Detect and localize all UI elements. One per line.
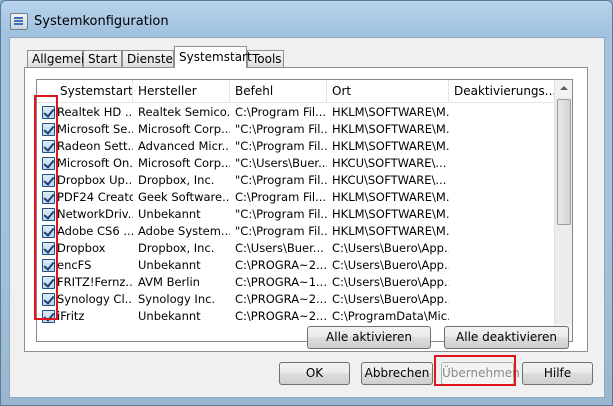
item-vendor: Unbekannt [138, 207, 201, 221]
item-location: C:\Users\Buero\App... [332, 241, 449, 255]
item-name: encFS [57, 258, 92, 272]
item-location: HKLM\SOFTWARE\M... [332, 207, 449, 221]
item-location: C:\Users\Buero\App... [332, 275, 449, 289]
item-name: Dropbox Up... [57, 173, 133, 187]
item-location: HKCU\SOFTWARE\... [332, 173, 447, 187]
table-row[interactable]: encFS Unbekannt C:\PROGRA~2... C:\Users\… [37, 257, 557, 274]
item-vendor: Unbekannt [138, 258, 201, 272]
window-title: Systemkonfiguration [34, 14, 169, 29]
table-row[interactable]: Synology Cl... Synology Inc. C:\PROGRA~2… [37, 291, 557, 308]
item-vendor: Realtek Semico... [138, 105, 230, 119]
item-command: "C:\Program Fil... [235, 173, 327, 187]
column-header-item[interactable]: Systemstartele... [37, 80, 133, 102]
tab-systemstart[interactable]: Systemstart [174, 46, 252, 68]
ok-button[interactable]: OK [279, 362, 350, 385]
item-location: C:\ProgramData\Mic... [332, 309, 449, 323]
table-row[interactable]: Radeon Sett... Advanced Micr... "C:\Prog… [37, 138, 557, 155]
list-header: Systemstartele... Hersteller Befehl Ort … [37, 80, 557, 103]
table-row[interactable]: Microsoft Se... Microsoft Corp... "C:\Pr… [37, 121, 557, 138]
item-command: C:\Program Fil... [235, 105, 327, 119]
table-row[interactable]: iFritz Unbekannt C:\PROGRA~2... C:\Progr… [37, 308, 557, 325]
item-vendor: Geek Software... [138, 190, 230, 204]
item-name: Adobe CS6 ... [57, 224, 133, 238]
tab-tools[interactable]: Tools [247, 50, 284, 67]
scroll-up-icon[interactable] [555, 80, 572, 97]
column-header-disabled-date[interactable]: Deaktivierungs... [449, 80, 557, 102]
item-command: C:\PROGRA~1... [235, 275, 327, 289]
enable-all-button[interactable]: Alle aktivieren [307, 326, 431, 349]
table-row[interactable]: Realtek HD ... Realtek Semico... C:\Prog… [37, 104, 557, 121]
item-name: Microsoft On... [57, 156, 133, 170]
column-header-location[interactable]: Ort [327, 80, 449, 102]
item-command: C:\PROGRA~2... [235, 258, 327, 272]
item-name: PDF24 Creator [57, 190, 133, 204]
tab-allgemein[interactable]: Allgemein [27, 50, 92, 67]
dialog-body: Allgemein Start Dienste Systemstart Tool… [9, 37, 605, 398]
table-row[interactable]: PDF24 Creator Geek Software... C:\Progra… [37, 189, 557, 206]
table-row[interactable]: Microsoft On... Microsoft Corp... "C:\Us… [37, 155, 557, 172]
item-vendor: Microsoft Corp... [138, 156, 230, 170]
item-command: "C:\Program Fil... [235, 139, 327, 153]
item-vendor: Synology Inc. [138, 292, 216, 306]
system-config-window: Systemkonfiguration Allgemein Start Dien… [0, 0, 613, 406]
tab-panel-systemstart: Systemstartele... Hersteller Befehl Ort … [24, 67, 588, 352]
item-command: C:\Program Fil... [235, 190, 327, 204]
column-header-vendor[interactable]: Hersteller [133, 80, 230, 102]
help-button[interactable]: Hilfe [522, 362, 593, 385]
column-header-command[interactable]: Befehl [230, 80, 327, 102]
item-command: "C:\Program Fil... [235, 122, 327, 136]
item-name: Radeon Sett... [57, 139, 133, 153]
item-command: C:\PROGRA~2... [235, 292, 327, 306]
item-command: "C:\Program Fil... [235, 224, 327, 238]
item-name: Microsoft Se... [57, 122, 133, 136]
item-location: HKCU\SOFTWARE\... [332, 156, 447, 170]
item-vendor: Dropbox, Inc. [138, 241, 215, 255]
item-name: Realtek HD ... [57, 105, 133, 119]
tab-dienste[interactable]: Dienste [122, 50, 174, 67]
item-vendor: Adobe System... [138, 224, 230, 238]
item-location: HKLM\SOFTWARE\M... [332, 139, 449, 153]
system-config-icon [10, 13, 28, 30]
table-row[interactable]: Dropbox Dropbox, Inc. C:\Users\Buer... C… [37, 240, 557, 257]
item-name: FRITZ!Fernz... [57, 275, 133, 289]
item-location: HKLM\SOFTWARE\M... [332, 105, 449, 119]
vertical-scrollbar[interactable] [554, 80, 572, 341]
item-name: iFritz [57, 309, 85, 323]
item-location: HKLM\SOFTWARE\M... [332, 122, 449, 136]
item-location: HKLM\SOFTWARE\M... [332, 224, 449, 238]
table-row[interactable]: FRITZ!Fernz... AVM Berlin C:\PROGRA~1...… [37, 274, 557, 291]
item-location: C:\Users\Buero\App... [332, 292, 449, 306]
item-vendor: AVM Berlin [138, 275, 200, 289]
item-command: C:\Users\Buer... [235, 241, 324, 255]
title-bar[interactable]: Systemkonfiguration [1, 1, 612, 37]
disable-all-button[interactable]: Alle deaktivieren [444, 326, 569, 349]
item-command: "C:\Program Fil... [235, 207, 327, 221]
item-location: C:\Users\Buero\App... [332, 258, 449, 272]
item-name: Synology Cl... [57, 292, 133, 306]
table-row[interactable]: NetworkDriv... Unbekannt "C:\Program Fil… [37, 206, 557, 223]
item-vendor: Microsoft Corp... [138, 122, 230, 136]
apply-button[interactable]: Übernehmen [441, 362, 520, 385]
item-vendor: Advanced Micr... [138, 139, 230, 153]
item-name: Dropbox [57, 241, 106, 255]
item-name: NetworkDriv... [57, 207, 133, 221]
table-row[interactable]: Dropbox Up... Dropbox, Inc. "C:\Program … [37, 172, 557, 189]
cancel-button[interactable]: Abbrechen [361, 362, 433, 385]
item-command: C:\PROGRA~2... [235, 309, 327, 323]
table-row[interactable]: Adobe CS6 ... Adobe System... "C:\Progra… [37, 223, 557, 240]
startup-items-list[interactable]: Systemstartele... Hersteller Befehl Ort … [36, 79, 573, 342]
tab-start[interactable]: Start [83, 50, 122, 67]
item-vendor: Dropbox, Inc. [138, 173, 215, 187]
item-location: HKLM\SOFTWARE\M... [332, 190, 449, 204]
item-command: "C:\Users\Buer... [235, 156, 327, 170]
item-vendor: Unbekannt [138, 309, 201, 323]
scrollbar-thumb[interactable] [557, 99, 571, 225]
